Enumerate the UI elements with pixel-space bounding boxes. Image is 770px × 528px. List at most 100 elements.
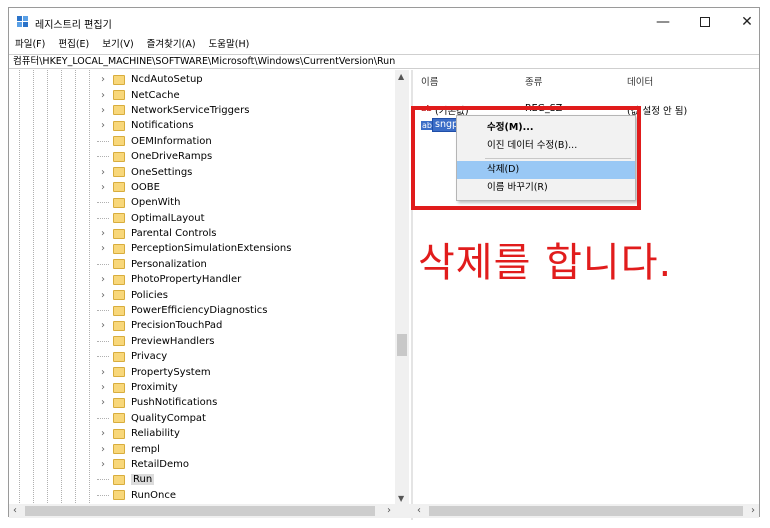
tree-item-label: PreviewHandlers — [131, 335, 215, 347]
menu-view[interactable]: 보기(V) — [102, 37, 133, 53]
folder-icon — [113, 120, 125, 131]
minimize-button[interactable]: — — [641, 10, 685, 34]
tree-item[interactable]: Personalization — [97, 257, 291, 272]
tree-item[interactable]: › rempl — [97, 441, 291, 456]
column-header-name[interactable]: 이름 — [421, 74, 438, 88]
tree-item[interactable]: OneDriveRamps — [97, 149, 291, 164]
chevron-right-icon[interactable]: › — [97, 274, 109, 285]
tree-connector — [97, 217, 109, 219]
highlight-box — [411, 106, 641, 210]
tree-item-label: PhotoPropertyHandler — [131, 274, 242, 286]
folder-icon — [113, 397, 125, 408]
tree-guide-line — [75, 70, 76, 505]
title-bar: 레지스트리 편집기 — ✕ — [9, 8, 759, 36]
folder-icon — [113, 290, 125, 301]
tree-connector — [97, 479, 109, 481]
tree-item[interactable]: RunOnce — [97, 488, 291, 503]
tree-item-label: OpenWith — [131, 197, 181, 209]
tree-item[interactable]: › OOBE — [97, 180, 291, 195]
chevron-right-icon[interactable]: › — [97, 367, 109, 378]
chevron-right-icon[interactable]: › — [97, 320, 109, 331]
folder-icon — [113, 197, 125, 208]
chevron-right-icon[interactable]: › — [97, 167, 109, 178]
folder-icon — [113, 382, 125, 393]
scroll-down-icon[interactable]: ▼ — [398, 494, 404, 503]
chevron-right-icon[interactable]: › — [97, 228, 109, 239]
chevron-right-icon[interactable]: › — [97, 397, 109, 408]
scrollbar-thumb[interactable] — [25, 506, 375, 516]
tree-item[interactable]: Run — [97, 472, 291, 487]
tree-item[interactable]: OEMInformation — [97, 134, 291, 149]
scroll-right-icon[interactable]: › — [387, 504, 391, 518]
tree-item[interactable]: Privacy — [97, 349, 291, 364]
chevron-right-icon[interactable]: › — [97, 459, 109, 470]
annotation-text: 삭제를 합니다. — [418, 240, 673, 286]
folder-icon — [113, 228, 125, 239]
scrollbar-thumb[interactable] — [429, 506, 743, 516]
tree-item[interactable]: › PushNotifications — [97, 395, 291, 410]
tree-item[interactable]: OpenWith — [97, 195, 291, 210]
tree-item[interactable]: › OneSettings — [97, 164, 291, 179]
chevron-right-icon[interactable]: › — [97, 105, 109, 116]
tree-item[interactable]: › RetailDemo — [97, 457, 291, 472]
menu-file[interactable]: 파일(F) — [15, 37, 45, 53]
folder-icon — [113, 182, 125, 193]
chevron-right-icon[interactable]: › — [97, 74, 109, 85]
chevron-right-icon[interactable]: › — [97, 382, 109, 393]
tree-item[interactable]: › PrecisionTouchPad — [97, 318, 291, 333]
menu-favorites[interactable]: 즐겨찾기(A) — [147, 37, 196, 53]
tree-item-label: Policies — [131, 289, 168, 301]
tree-item[interactable]: › Parental Controls — [97, 226, 291, 241]
tree-item[interactable]: › Policies — [97, 287, 291, 302]
tree-item[interactable]: › PhotoPropertyHandler — [97, 272, 291, 287]
tree-item[interactable]: › NetworkServiceTriggers — [97, 103, 291, 118]
tree-item[interactable]: › NetCache — [97, 87, 291, 102]
menu-edit[interactable]: 편집(E) — [58, 37, 89, 53]
menu-help[interactable]: 도움말(H) — [209, 37, 250, 53]
maximize-button[interactable] — [683, 10, 727, 34]
tree-item[interactable]: QualityCompat — [97, 411, 291, 426]
chevron-right-icon[interactable]: › — [97, 182, 109, 193]
tree-item[interactable]: › Proximity — [97, 380, 291, 395]
tree-item[interactable]: › Notifications — [97, 118, 291, 133]
tree-connector — [97, 202, 109, 204]
tree-connector — [97, 156, 109, 158]
tree-item-label: NcdAutoSetup — [131, 74, 203, 86]
tree-guide-line — [33, 70, 34, 505]
tree-item[interactable]: PreviewHandlers — [97, 334, 291, 349]
chevron-right-icon[interactable]: › — [97, 243, 109, 254]
tree-connector — [97, 356, 109, 358]
folder-icon — [113, 490, 125, 501]
folder-icon — [113, 305, 125, 316]
scroll-left-icon[interactable]: ‹ — [417, 504, 421, 518]
chevron-right-icon[interactable]: › — [97, 444, 109, 455]
scrollbar-thumb[interactable] — [397, 334, 407, 356]
tree-item-label: PerceptionSimulationExtensions — [131, 243, 292, 255]
folder-icon — [113, 351, 125, 362]
folder-icon — [113, 336, 125, 347]
chevron-right-icon[interactable]: › — [97, 290, 109, 301]
tree-item[interactable]: › PerceptionSimulationExtensions — [97, 241, 291, 256]
column-header-type[interactable]: 종류 — [525, 74, 542, 88]
tree-item[interactable]: › Reliability — [97, 426, 291, 441]
folder-icon — [113, 413, 125, 424]
tree-connector — [97, 417, 109, 419]
scroll-up-icon[interactable]: ▲ — [398, 72, 404, 81]
tree-vertical-scrollbar[interactable]: ▲ ▼ — [395, 70, 409, 505]
tree-item[interactable]: › PropertySystem — [97, 364, 291, 379]
chevron-right-icon[interactable]: › — [97, 90, 109, 101]
address-bar[interactable]: 컴퓨터\HKEY_LOCAL_MACHINE\SOFTWARE\Microsof… — [9, 54, 759, 69]
folder-icon — [113, 243, 125, 254]
tree-item[interactable]: › NcdAutoSetup — [97, 72, 291, 87]
tree-horizontal-scrollbar[interactable]: ‹ › — [9, 504, 395, 518]
list-horizontal-scrollbar[interactable]: ‹ › — [413, 504, 759, 518]
chevron-right-icon[interactable]: › — [97, 120, 109, 131]
close-button[interactable]: ✕ — [725, 10, 769, 34]
scroll-right-icon[interactable]: › — [751, 504, 755, 518]
tree-connector — [97, 140, 109, 142]
chevron-right-icon[interactable]: › — [97, 428, 109, 439]
tree-item[interactable]: OptimalLayout — [97, 211, 291, 226]
column-header-data[interactable]: 데이터 — [627, 74, 653, 88]
scroll-left-icon[interactable]: ‹ — [13, 504, 17, 518]
tree-item[interactable]: PowerEfficiencyDiagnostics — [97, 303, 291, 318]
